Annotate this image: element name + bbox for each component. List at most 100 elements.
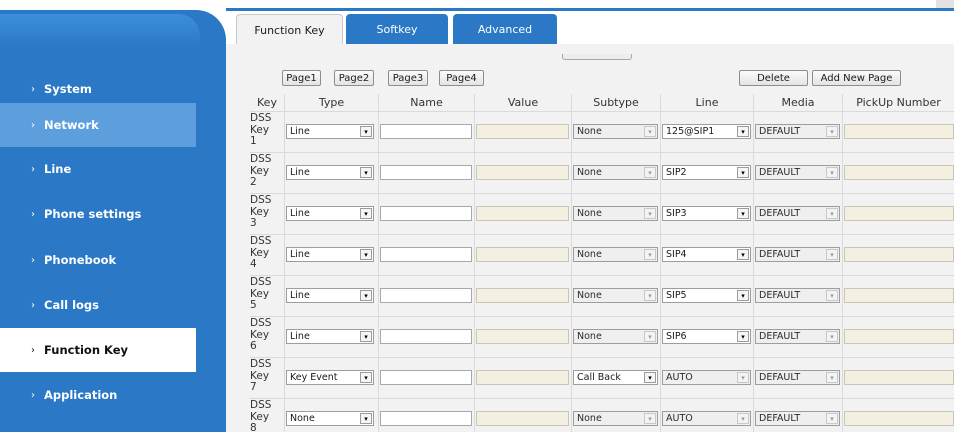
sidebar-item-label: System <box>44 82 92 96</box>
subtype-select[interactable]: Call Back ▾ <box>573 370 658 385</box>
chevron-right-icon: › <box>31 163 35 175</box>
line-select[interactable]: SIP4 ▾ <box>662 247 751 262</box>
chevron-down-icon: ▾ <box>737 126 749 137</box>
subtype-select: None ▾ <box>573 247 658 262</box>
name-input[interactable] <box>380 124 472 139</box>
name-input[interactable] <box>380 247 472 262</box>
sidebar-item-application[interactable]: › Application <box>0 373 196 417</box>
key-label-prefix: DSS <box>250 194 272 206</box>
window-corner <box>936 0 954 8</box>
line-select[interactable]: SIP3 ▾ <box>662 206 751 221</box>
sidebar-item-phonebook[interactable]: › Phonebook <box>0 238 196 282</box>
column-divider <box>753 94 754 432</box>
media-select: DEFAULT ▾ <box>755 411 840 426</box>
chevron-down-icon: ▾ <box>737 331 749 342</box>
key-label-prefix: DSS <box>250 235 272 247</box>
column-header-line: Line <box>695 95 719 109</box>
table-row-key-label: DSS Key 8 <box>250 399 284 432</box>
column-header-pickup-number: PickUp Number <box>856 95 941 109</box>
type-select[interactable]: Line ▾ <box>286 247 374 262</box>
media-value: DEFAULT <box>759 126 801 137</box>
sidebar-item-line[interactable]: › Line <box>0 147 196 191</box>
media-value: DEFAULT <box>759 331 801 342</box>
type-select[interactable]: Line ▾ <box>286 124 374 139</box>
name-input[interactable] <box>380 370 472 385</box>
pickup-number-input <box>844 329 954 344</box>
table-row-key-label: DSS Key 5 <box>250 276 284 312</box>
chevron-down-icon: ▾ <box>826 249 838 260</box>
type-select[interactable]: Line ▾ <box>286 206 374 221</box>
line-select[interactable]: SIP2 ▾ <box>662 165 751 180</box>
page2-button[interactable]: Page2 <box>334 70 374 86</box>
name-input[interactable] <box>380 288 472 303</box>
tab-softkey[interactable]: Softkey <box>346 14 448 45</box>
media-select: DEFAULT ▾ <box>755 124 840 139</box>
row-divider <box>250 357 954 358</box>
name-input[interactable] <box>380 165 472 180</box>
column-divider <box>474 94 475 432</box>
tab-advanced[interactable]: Advanced <box>453 14 557 45</box>
delete-button[interactable]: Delete <box>739 70 808 86</box>
subtype-select: None ▾ <box>573 329 658 344</box>
key-label-prefix: DSS <box>250 399 272 411</box>
media-value: DEFAULT <box>759 372 801 383</box>
subtype-select: None ▾ <box>573 288 658 303</box>
page3-button[interactable]: Page3 <box>388 70 428 86</box>
type-select[interactable]: Line ▾ <box>286 165 374 180</box>
line-value: SIP5 <box>666 290 687 301</box>
chevron-down-icon: ▾ <box>360 372 372 383</box>
line-select[interactable]: SIP5 ▾ <box>662 288 751 303</box>
chevron-down-icon: ▾ <box>644 249 656 260</box>
line-select[interactable]: 125@SIP1 ▾ <box>662 124 751 139</box>
chevron-down-icon: ▾ <box>360 331 372 342</box>
row-divider <box>250 111 954 112</box>
sidebar-item-function-key[interactable]: › Function Key <box>0 328 196 372</box>
key-label-prefix: DSS <box>250 112 272 124</box>
sidebar-item-label: Phone settings <box>44 207 142 221</box>
key-label-number: 7 <box>250 381 257 393</box>
chevron-down-icon: ▾ <box>826 126 838 137</box>
column-divider <box>842 94 843 432</box>
page1-button[interactable]: Page1 <box>282 70 321 86</box>
sidebar-item-call-logs[interactable]: › Call logs <box>0 283 196 327</box>
key-label-prefix: DSS <box>250 276 272 288</box>
type-value: Line <box>290 208 310 219</box>
media-select: DEFAULT ▾ <box>755 370 840 385</box>
key-label-number: 1 <box>250 135 257 147</box>
table-row-key-label: DSS Key 4 <box>250 235 284 271</box>
chevron-down-icon: ▾ <box>644 167 656 178</box>
chevron-down-icon: ▾ <box>826 167 838 178</box>
key-label-prefix: DSS <box>250 358 272 370</box>
subtype-value: None <box>577 208 602 219</box>
type-select[interactable]: Line ▾ <box>286 288 374 303</box>
media-value: DEFAULT <box>759 167 801 178</box>
type-value: Line <box>290 249 310 260</box>
column-header-key: Key <box>257 95 277 109</box>
chevron-down-icon: ▾ <box>360 126 372 137</box>
panel-divider <box>562 54 632 60</box>
line-select[interactable]: SIP6 ▾ <box>662 329 751 344</box>
column-divider <box>571 94 572 432</box>
value-input <box>476 206 569 221</box>
value-input <box>476 124 569 139</box>
chevron-down-icon: ▾ <box>737 413 749 424</box>
type-select[interactable]: None ▾ <box>286 411 374 426</box>
tab-function-key[interactable]: Function Key <box>236 14 343 45</box>
name-input[interactable] <box>380 329 472 344</box>
subtype-value: None <box>577 290 602 301</box>
sidebar-item-phone-settings[interactable]: › Phone settings <box>0 192 196 236</box>
page4-button[interactable]: Page4 <box>439 70 484 86</box>
type-select[interactable]: Key Event ▾ <box>286 370 374 385</box>
sidebar-item-network[interactable]: › Network <box>0 103 196 147</box>
name-input[interactable] <box>380 206 472 221</box>
name-input[interactable] <box>380 411 472 426</box>
subtype-value: None <box>577 167 602 178</box>
subtype-value: None <box>577 413 602 424</box>
row-divider <box>250 193 954 194</box>
chevron-right-icon: › <box>31 389 35 401</box>
add-new-page-button[interactable]: Add New Page <box>812 70 901 86</box>
key-label-number: 3 <box>250 217 257 229</box>
type-select[interactable]: Line ▾ <box>286 329 374 344</box>
chevron-down-icon: ▾ <box>360 249 372 260</box>
table-row-key-label: DSS Key 2 <box>250 153 284 189</box>
